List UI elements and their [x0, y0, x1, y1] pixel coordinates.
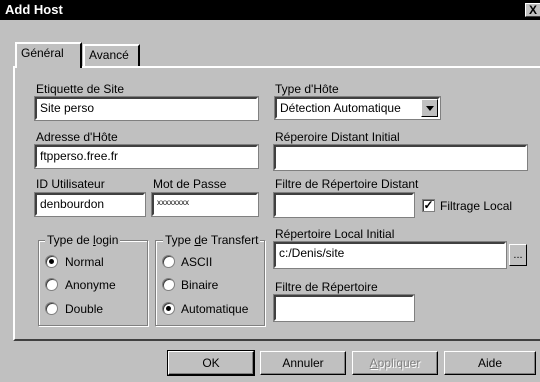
- transfer-ascii-radio[interactable]: [162, 255, 175, 268]
- window-title: Add Host: [5, 2, 63, 17]
- local-dir-input[interactable]: c:/Denis/site: [273, 241, 507, 269]
- site-label-label: Etiquette de Site: [36, 82, 125, 96]
- dir-filter-label: Filtre de Répertoire: [275, 280, 378, 294]
- apply-button[interactable]: Appliquer: [352, 351, 438, 375]
- cancel-button[interactable]: Annuler: [260, 351, 346, 375]
- transfer-auto-radio[interactable]: [162, 302, 175, 315]
- tab-advanced[interactable]: Avancé: [83, 44, 140, 66]
- dir-filter-input[interactable]: [273, 294, 415, 322]
- login-anonymous-radio[interactable]: [45, 278, 58, 291]
- remote-dir-label: Réperoire Distant Initial: [275, 130, 400, 144]
- site-label-input[interactable]: Site perso: [34, 96, 259, 121]
- remote-filter-label: Filtre de Répertoire Distant: [275, 177, 419, 191]
- close-icon[interactable]: X: [525, 3, 540, 17]
- help-button[interactable]: Aide: [444, 351, 536, 375]
- user-id-input[interactable]: denbourdon: [34, 192, 146, 217]
- chevron-down-icon[interactable]: [421, 99, 438, 117]
- title-bar: Add Host X: [0, 0, 540, 20]
- host-type-select[interactable]: Détection Automatique: [274, 96, 441, 120]
- login-double-radio[interactable]: [45, 302, 58, 315]
- login-double-label: Double: [65, 302, 104, 316]
- transfer-auto-label: Automatique: [181, 302, 249, 316]
- tab-general[interactable]: Général: [15, 42, 82, 68]
- login-type-legend: Type de login: [45, 233, 121, 247]
- login-normal-label: Normal: [65, 255, 104, 269]
- password-input[interactable]: xxxxxxxx: [151, 192, 259, 217]
- login-normal-radio[interactable]: [45, 255, 58, 268]
- tab-advanced-label: Avancé: [89, 48, 129, 62]
- transfer-ascii-label: ASCII: [181, 255, 213, 269]
- transfer-binary-radio[interactable]: [162, 278, 175, 291]
- ok-button[interactable]: OK: [167, 350, 255, 376]
- host-type-label: Type d'Hôte: [275, 82, 339, 96]
- password-label: Mot de Passe: [153, 177, 227, 191]
- transfer-type-legend: Type de Transfert: [163, 233, 261, 247]
- host-address-label: Adresse d'Hôte: [36, 130, 118, 144]
- tab-general-label: Général: [21, 46, 64, 60]
- browse-button[interactable]: ...: [509, 244, 527, 266]
- user-id-label: ID Utilisateur: [36, 177, 105, 191]
- local-dir-label: Répertoire Local Initial: [275, 227, 395, 241]
- remote-filter-input[interactable]: [273, 192, 415, 218]
- remote-dir-input[interactable]: [273, 144, 528, 171]
- login-anonymous-label: Anonyme: [65, 278, 116, 292]
- local-filter-label: Filtrage Local: [440, 199, 513, 213]
- host-address-input[interactable]: ftpperso.free.fr: [34, 144, 259, 169]
- transfer-binary-label: Binaire: [181, 278, 219, 292]
- local-filter-checkbox[interactable]: ✓: [422, 199, 435, 212]
